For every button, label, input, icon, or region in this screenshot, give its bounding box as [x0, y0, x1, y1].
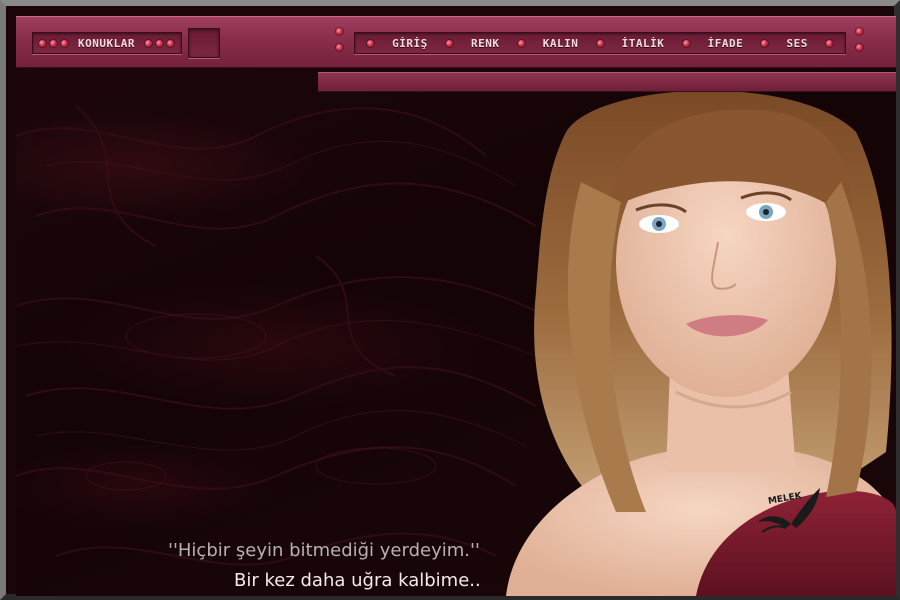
red-dot-icon — [445, 39, 453, 47]
left-indicator-dots — [336, 28, 343, 51]
red-dot-icon — [682, 39, 690, 47]
sub-menu-strip — [318, 72, 896, 92]
nav-item-ifade[interactable]: İFADE — [708, 37, 744, 50]
quote-line-2: Bir kez daha uğra kalbime.. — [234, 570, 481, 591]
window-frame: KONUKLAR GİRİŞ RENK KALIN İTALİK İFADE S… — [0, 0, 900, 600]
red-dot-icon — [826, 39, 833, 47]
red-dot-icon — [144, 39, 152, 47]
square-button[interactable] — [188, 28, 220, 58]
nav-item-renk[interactable]: RENK — [471, 37, 500, 50]
red-dot-icon — [367, 39, 374, 47]
red-dot-icon — [596, 39, 604, 47]
nav-item-kalin[interactable]: KALIN — [543, 37, 579, 50]
red-dot-icon — [517, 39, 525, 47]
nav-item-ses[interactable]: SES — [787, 37, 808, 50]
page-stage: KONUKLAR GİRİŞ RENK KALIN İTALİK İFADE S… — [16, 16, 896, 596]
red-dot-icon — [856, 28, 863, 35]
red-dot-icon — [856, 44, 863, 51]
topics-panel: KONUKLAR — [32, 32, 182, 54]
red-dot-icon — [336, 44, 343, 51]
red-dot-icon — [166, 39, 174, 47]
quote-line-1: ''Hiçbir şeyin bitmediği yerdeyim.'' — [168, 540, 480, 561]
red-dot-icon — [39, 39, 46, 47]
red-dot-icon — [155, 39, 163, 47]
red-dot-icon — [50, 39, 57, 47]
nav-item-giris[interactable]: GİRİŞ — [392, 37, 428, 50]
nav-panel: GİRİŞ RENK KALIN İTALİK İFADE SES — [354, 32, 846, 54]
topics-link[interactable]: KONUKLAR — [78, 37, 135, 50]
red-dot-icon — [761, 39, 769, 47]
red-dot-icon — [336, 28, 343, 35]
angel-wings-icon — [758, 488, 820, 533]
red-dot-icon — [61, 39, 68, 47]
right-indicator-dots — [856, 28, 863, 51]
portrait-photo — [506, 92, 896, 596]
nav-item-italik[interactable]: İTALİK — [622, 37, 665, 50]
